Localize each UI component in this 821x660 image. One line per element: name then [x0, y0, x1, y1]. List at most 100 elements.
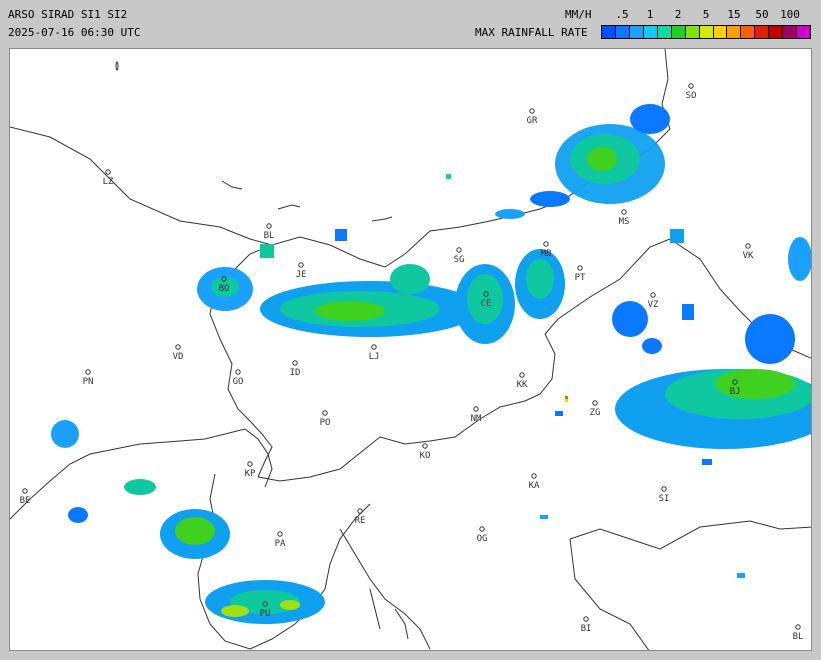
city-dot	[621, 209, 627, 215]
legend-swatch	[783, 26, 798, 38]
city-dot	[688, 83, 694, 89]
city-dot	[266, 223, 272, 229]
city-dot	[105, 169, 111, 175]
italy-coast	[10, 428, 273, 520]
city-label: SG	[454, 255, 465, 265]
city-label: BI	[581, 624, 592, 634]
city-label: GR	[527, 116, 538, 126]
legend-swatch	[727, 26, 742, 38]
city-marker: PA	[275, 531, 286, 549]
legend-tick: 50	[755, 8, 769, 21]
city-label: PT	[575, 273, 586, 283]
city-label: PA	[275, 539, 286, 549]
city-label: PU	[260, 609, 271, 619]
city-label: MS	[619, 217, 630, 227]
city-dot	[543, 241, 549, 247]
city-label: CE	[481, 299, 492, 309]
city-dot	[175, 344, 181, 350]
city-dot	[85, 369, 91, 375]
city-marker: MB	[541, 241, 552, 259]
city-dot	[22, 488, 28, 494]
city-marker: VK	[743, 243, 754, 261]
city-marker: LJ	[369, 344, 380, 362]
legend-swatch	[797, 26, 811, 38]
city-dot	[650, 292, 656, 298]
city-label: PN	[83, 377, 94, 387]
city-label: KK	[517, 380, 528, 390]
legend-tick: .5	[615, 8, 629, 21]
city-marker: MS	[619, 209, 630, 227]
river	[221, 180, 243, 190]
island	[394, 608, 409, 640]
bosnia-border	[569, 520, 811, 550]
city-dot	[357, 508, 363, 514]
city-dot	[529, 108, 535, 114]
city-dot	[235, 369, 241, 375]
city-marker: PO	[320, 410, 331, 428]
city-label: BE	[20, 496, 31, 506]
city-label: SO	[686, 91, 697, 101]
city-marker: NM	[471, 406, 482, 424]
city-label: GO	[233, 377, 244, 387]
city-dot	[583, 616, 589, 622]
city-dot	[577, 265, 583, 271]
legend-swatch	[713, 26, 728, 38]
city-label: MB	[541, 249, 552, 259]
city-label: BL	[793, 632, 804, 642]
city-dot	[519, 372, 525, 378]
city-marker: VZ	[648, 292, 659, 310]
city-marker: ID	[290, 360, 301, 378]
river	[371, 216, 393, 222]
city-dot	[292, 360, 298, 366]
precipitation-layer	[51, 104, 811, 624]
legend-title: MAX RAINFALL RATE	[475, 26, 588, 39]
lake	[115, 61, 119, 71]
city-marker: BL	[264, 223, 274, 241]
product-title: ARSO SIRAD SI1 SI2	[8, 8, 128, 21]
map-canvas: SO GR LZ BL JE SG MB MS VK BO PT CE VZ VD LJ BJ PN GO ID KK…	[10, 49, 811, 650]
legend-swatch	[657, 26, 672, 38]
city-marker: SI	[659, 486, 669, 504]
city-label: PO	[320, 418, 331, 428]
city-marker: KP	[245, 461, 256, 479]
city-dot	[247, 461, 253, 467]
city-label: ID	[290, 368, 301, 378]
island	[369, 588, 381, 630]
legend-tick: 100	[780, 8, 800, 21]
city-marker: VD	[173, 344, 184, 362]
legend-swatch	[685, 26, 700, 38]
city-dot	[298, 262, 304, 268]
city-marker: BE	[20, 488, 31, 506]
city-marker: SG	[454, 247, 465, 265]
legend-swatch	[741, 26, 756, 38]
city-dot	[422, 443, 428, 449]
city-label: VD	[173, 352, 184, 362]
city-label: ZG	[590, 408, 601, 418]
legend-swatch	[602, 26, 616, 38]
city-label: OG	[477, 534, 488, 544]
city-marker: BL	[793, 624, 804, 642]
city-marker: JE	[296, 262, 307, 280]
city-label: VZ	[648, 300, 659, 310]
radar-map[interactable]: SO GR LZ BL JE SG MB MS VK BO PT CE VZ VD LJ BJ PN GO ID KK…	[9, 48, 812, 651]
city-label: LJ	[369, 352, 380, 362]
city-dot	[322, 410, 328, 416]
legend-swatch	[699, 26, 714, 38]
legend-swatch	[755, 26, 770, 38]
city-marker: BI	[581, 616, 592, 634]
city-marker: KK	[517, 372, 528, 390]
legend-tick: 15	[727, 8, 741, 21]
city-marker: KO	[420, 443, 430, 461]
south-border	[257, 238, 671, 482]
timestamp: 2025-07-16 06:30 UTC	[8, 26, 141, 39]
legend-swatch	[769, 26, 784, 38]
city-marker: SO	[686, 83, 697, 101]
city-marker: LZ	[103, 169, 114, 187]
city-label: BJ	[730, 387, 741, 397]
city-dot	[795, 624, 801, 630]
cities-layer: SO GR LZ BL JE SG MB MS VK BO PT CE VZ VD LJ BJ PN GO ID KK…	[20, 83, 804, 642]
city-marker: RE	[355, 508, 365, 526]
croatia-coast	[339, 528, 431, 650]
city-label: JE	[296, 270, 307, 280]
legend-units: MM/H	[565, 8, 592, 21]
